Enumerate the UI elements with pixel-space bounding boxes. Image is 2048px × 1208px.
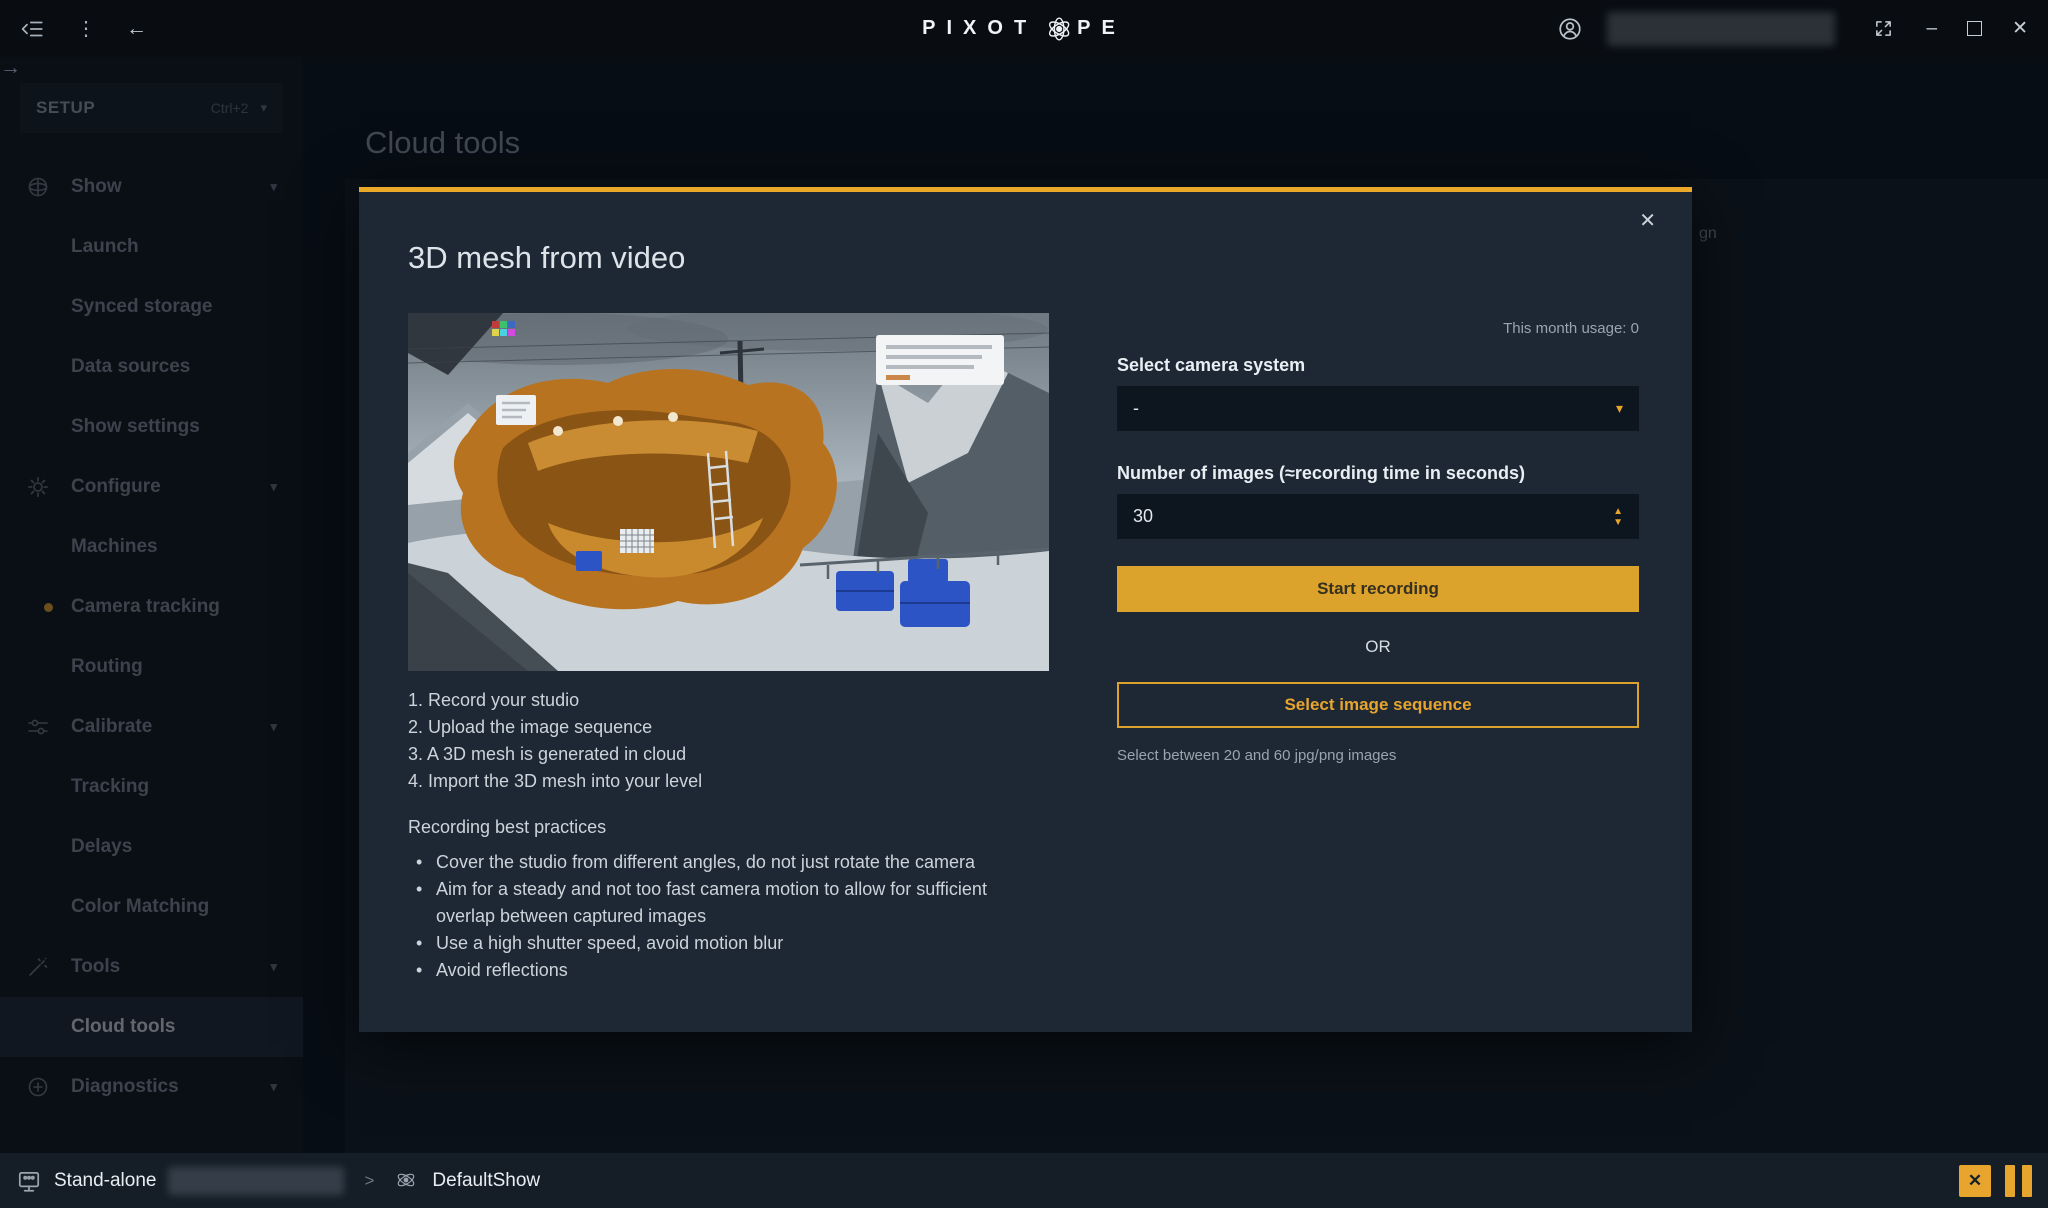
close-window-icon[interactable]: ✕ <box>2012 17 2028 40</box>
show-name-label[interactable]: DefaultShow <box>432 1170 540 1192</box>
sidebar-item-machines[interactable]: Machines <box>0 517 303 577</box>
device-label[interactable]: Stand-alone <box>54 1170 156 1192</box>
workflow-steps: 1. Record your studio 2. Upload the imag… <box>408 687 702 795</box>
sidebar-item-routing[interactable]: Routing <box>0 637 303 697</box>
select-image-sequence-button[interactable]: Select image sequence <box>1117 682 1639 728</box>
mode-label: SETUP <box>36 98 95 118</box>
camera-system-value: - <box>1133 398 1139 419</box>
sidebar-item-delays[interactable]: Delays <box>0 817 303 877</box>
sidebar-item-calibrate[interactable]: Calibrate ▾ <box>0 697 303 757</box>
show-atom-icon <box>394 1168 420 1194</box>
more-menu-icon[interactable]: ⋮ <box>76 16 96 41</box>
best-practices-list: Cover the studio from different angles, … <box>414 849 1026 984</box>
stand-alone-machine-icon <box>16 1168 42 1194</box>
chevron-down-icon: ▾ <box>270 719 277 735</box>
practice-item: Aim for a steady and not too fast camera… <box>414 876 1026 930</box>
occluded-text-fragment: gn <box>1699 225 1717 243</box>
chevron-down-icon: ▾ <box>270 1079 277 1095</box>
back-icon[interactable]: ← <box>126 18 147 39</box>
sidebar-item-cloud-tools[interactable]: Cloud tools <box>0 997 303 1057</box>
diagnostics-icon <box>26 1075 50 1099</box>
collapse-sidebar-icon[interactable] <box>20 16 46 42</box>
practice-item: Cover the studio from different angles, … <box>414 849 1026 876</box>
sidebar-item-tracking[interactable]: Tracking <box>0 757 303 817</box>
best-practices-title: Recording best practices <box>408 817 606 838</box>
chevron-down-icon: ▾ <box>270 179 277 195</box>
step-4: 4. Import the 3D mesh into your level <box>408 768 702 795</box>
step-up-icon[interactable]: ▲ <box>1613 506 1623 517</box>
blurred-machine-name <box>168 1167 344 1195</box>
sidebar-item-camera-tracking[interactable]: Camera tracking <box>0 577 303 637</box>
image-count-hint: Select between 20 and 60 jpg/png images <box>1117 747 1396 764</box>
chevron-down-icon: ▾ <box>1616 400 1623 417</box>
sidebar-item-launch[interactable]: Launch <box>0 217 303 277</box>
sidebar-item-configure[interactable]: Configure ▾ <box>0 457 303 517</box>
title-bar: ⋮ ← → PIXOT PE – <box>0 0 2048 57</box>
atom-logo-icon <box>1045 15 1073 43</box>
sliders-icon <box>26 715 50 739</box>
chevron-down-icon: ▾ <box>260 100 267 116</box>
gear-icon <box>26 475 50 499</box>
close-icon[interactable]: ✕ <box>1639 208 1656 233</box>
chevron-down-icon: ▾ <box>270 479 277 495</box>
start-recording-button[interactable]: Start recording <box>1117 566 1639 612</box>
camera-system-dropdown[interactable]: - ▾ <box>1117 386 1639 431</box>
number-of-images-input[interactable]: 30 ▲ ▼ <box>1117 494 1639 539</box>
pause-icon[interactable] <box>2005 1165 2032 1197</box>
step-2: 2. Upload the image sequence <box>408 714 702 741</box>
number-stepper[interactable]: ▲ ▼ <box>1613 506 1623 528</box>
number-of-images-value: 30 <box>1133 506 1153 527</box>
mode-selector[interactable]: SETUP Ctrl+2 ▾ <box>20 83 283 133</box>
logo-text-right: PE <box>1077 17 1126 40</box>
minimize-icon[interactable]: – <box>1927 18 1938 40</box>
practice-item: Avoid reflections <box>414 957 1026 984</box>
fullscreen-icon[interactable] <box>1871 16 1897 42</box>
wand-icon <box>26 955 50 979</box>
dialog-title: 3D mesh from video <box>408 240 685 276</box>
logo-text-left: PIXOT <box>922 17 1037 40</box>
maximize-icon[interactable] <box>1967 21 1982 36</box>
sidebar-item-show[interactable]: Show ▾ <box>0 157 303 217</box>
sidebar-item-synced-storage[interactable]: Synced storage <box>0 277 303 337</box>
or-separator: OR <box>1117 637 1639 657</box>
chevron-down-icon: ▾ <box>270 959 277 975</box>
sidebar-item-color-matching[interactable]: Color Matching <box>0 877 303 937</box>
studio-scan-preview-image <box>408 313 1049 671</box>
mesh-from-video-dialog: ✕ 3D mesh from video <box>359 187 1692 1032</box>
sidebar-item-diagnostics[interactable]: Diagnostics ▾ <box>0 1057 303 1117</box>
sidebar-item-tools[interactable]: Tools ▾ <box>0 937 303 997</box>
mode-shortcut: Ctrl+2 <box>211 100 249 116</box>
practice-item: Use a high shutter speed, avoid motion b… <box>414 930 1026 957</box>
sidebar-item-data-sources[interactable]: Data sources <box>0 337 303 397</box>
user-account-icon[interactable] <box>1557 16 1583 42</box>
pixotope-logo: PIXOT PE <box>922 15 1126 43</box>
show-icon <box>26 175 50 199</box>
sidebar-item-show-settings[interactable]: Show settings <box>0 397 303 457</box>
page-title: Cloud tools <box>365 125 520 161</box>
status-bar: Stand-alone > DefaultShow ✕ <box>0 1153 2048 1208</box>
number-of-images-label: Number of images (≈recording time in sec… <box>1117 463 1525 484</box>
breadcrumb-separator-icon: > <box>364 1171 374 1191</box>
blurred-user-email <box>1607 12 1835 46</box>
pixotope-window: ⋮ ← → PIXOT PE – <box>0 0 2048 1208</box>
step-3: 3. A 3D mesh is generated in cloud <box>408 741 702 768</box>
active-dot-indicator <box>44 603 53 612</box>
month-usage-label: This month usage: 0 <box>1117 320 1639 337</box>
camera-system-label: Select camera system <box>1117 355 1305 376</box>
step-down-icon[interactable]: ▼ <box>1613 517 1623 528</box>
sidebar: SETUP Ctrl+2 ▾ Show ▾ Launch Synced stor… <box>0 57 303 1153</box>
stop-icon[interactable]: ✕ <box>1959 1165 1991 1197</box>
step-1: 1. Record your studio <box>408 687 702 714</box>
